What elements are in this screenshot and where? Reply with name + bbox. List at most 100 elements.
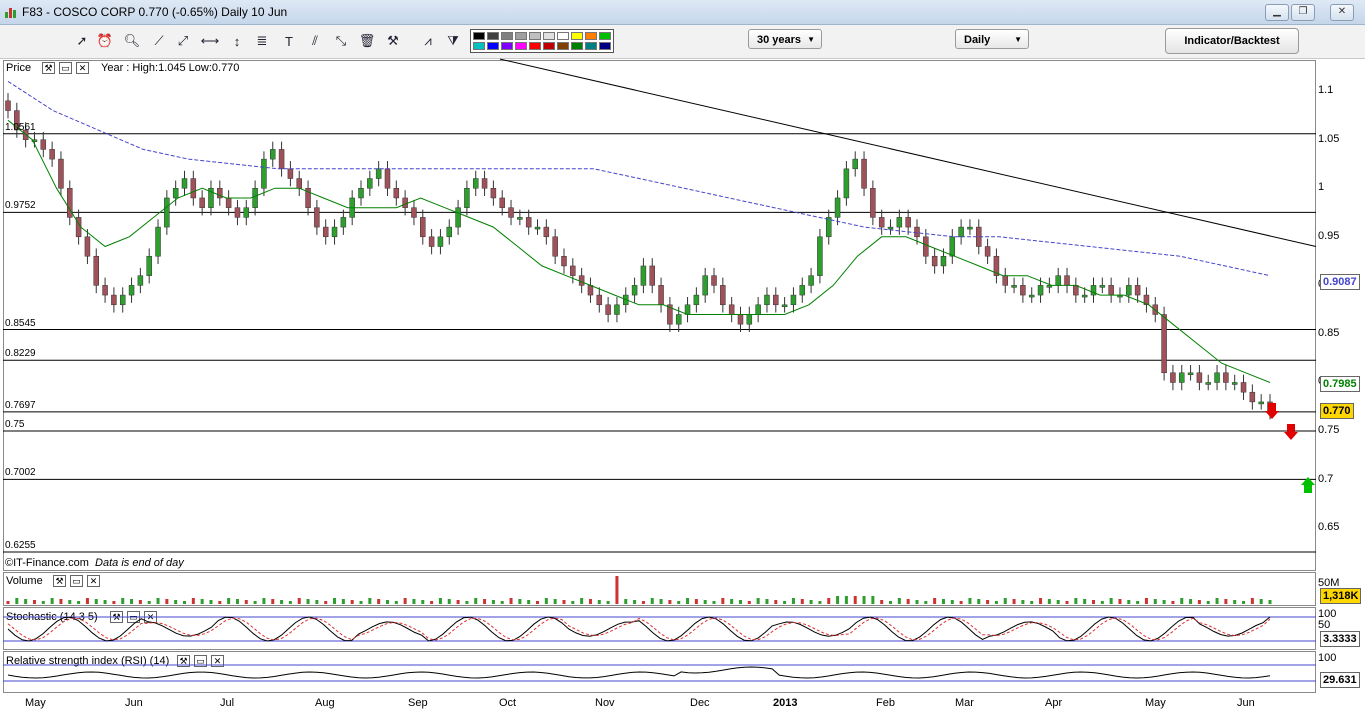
hline-label: 0.7002 [5,467,36,479]
candle [517,217,523,220]
candle [543,226,550,238]
candle [931,255,938,267]
volume-bar [1233,600,1237,604]
candle [128,285,135,296]
volume-bar [50,598,54,604]
candle [675,314,682,325]
volume-bar [853,596,857,604]
candle [1214,372,1220,383]
volume-bar [836,596,840,604]
volume-bar [906,599,910,604]
volume-value: 1,318K [1320,588,1362,604]
candle [799,285,806,296]
candle [817,236,823,276]
hline-label: 1.0561 [5,121,36,133]
candle [834,197,841,218]
volume-bar [783,601,787,604]
volume-bar [324,601,328,604]
candle [199,197,205,208]
candle [172,188,179,199]
volume-bar [1083,599,1087,604]
volume-bar [130,599,134,604]
volume-bar [889,601,893,604]
candle [808,275,814,286]
volume-bar [200,599,204,604]
month-label: 2013 [773,697,798,709]
volume-bar [1047,599,1051,604]
stoch-tick-50: 50 [1318,619,1331,631]
hline-label: 0.8545 [5,317,36,329]
volume-bar [483,599,487,604]
candle [1231,382,1238,385]
volume-bar [1091,600,1095,604]
y-tick-label: 1.05 [1318,132,1340,145]
volume-bar [474,598,478,604]
candle [640,265,647,286]
candle [702,275,708,296]
volume-bar [677,601,681,604]
volume-bar [41,601,45,604]
candle [437,236,444,247]
volume-bar [262,598,266,604]
volume-bar [183,601,187,604]
candle [190,178,197,199]
candle [631,285,638,296]
candle [773,294,779,306]
candle [402,197,408,208]
candle [508,207,514,218]
candle [1196,372,1203,383]
volume-bar [341,599,345,604]
candle [605,304,611,315]
candle [225,197,232,208]
volume-bar [1189,599,1193,604]
candle [84,236,91,257]
candle [1108,285,1114,296]
candle [261,158,267,189]
candle [578,275,585,286]
ma-long-value: 0.9087 [1320,274,1360,290]
month-label: Jun [1237,697,1255,709]
candle [781,304,788,308]
month-label: Oct [499,697,517,709]
volume-bar [1144,598,1148,604]
candle [384,168,391,189]
volume-bar [606,601,610,604]
volume-bar [288,601,292,604]
candle [843,168,850,199]
volume-bar [121,598,125,604]
volume-bar [703,600,707,604]
y-tick-label: 1.1 [1318,84,1334,97]
candle [870,188,876,218]
volume-bar [235,599,239,604]
volume-bar [871,596,875,604]
volume-bar [85,598,89,604]
candle [764,294,770,306]
volume-bar [138,600,142,604]
rsi-tick-100: 100 [1318,652,1337,664]
volume-bar [438,598,442,604]
volume-bar [191,598,195,604]
candle [111,294,117,306]
month-label: Jun [125,697,143,709]
volume-bar [1180,598,1184,604]
volume-bar [1206,601,1210,604]
volume-bar [553,599,557,604]
volume-bar [968,598,972,604]
candle [490,188,497,199]
candle [1223,372,1229,383]
volume-bar [253,601,257,604]
volume-bar [774,600,778,604]
volume-bar [156,598,160,604]
candle [1028,294,1035,298]
candle [984,246,991,257]
candle [861,158,867,189]
volume-bar [862,596,866,604]
volume-bar [68,600,72,604]
rsi-value: 29.631 [1320,672,1360,688]
candle [1249,391,1256,403]
candle [1178,372,1185,383]
volume-bar [1012,599,1016,604]
volume-bar [1021,600,1025,604]
volume-bar [588,599,592,604]
volume-bar [94,599,98,604]
